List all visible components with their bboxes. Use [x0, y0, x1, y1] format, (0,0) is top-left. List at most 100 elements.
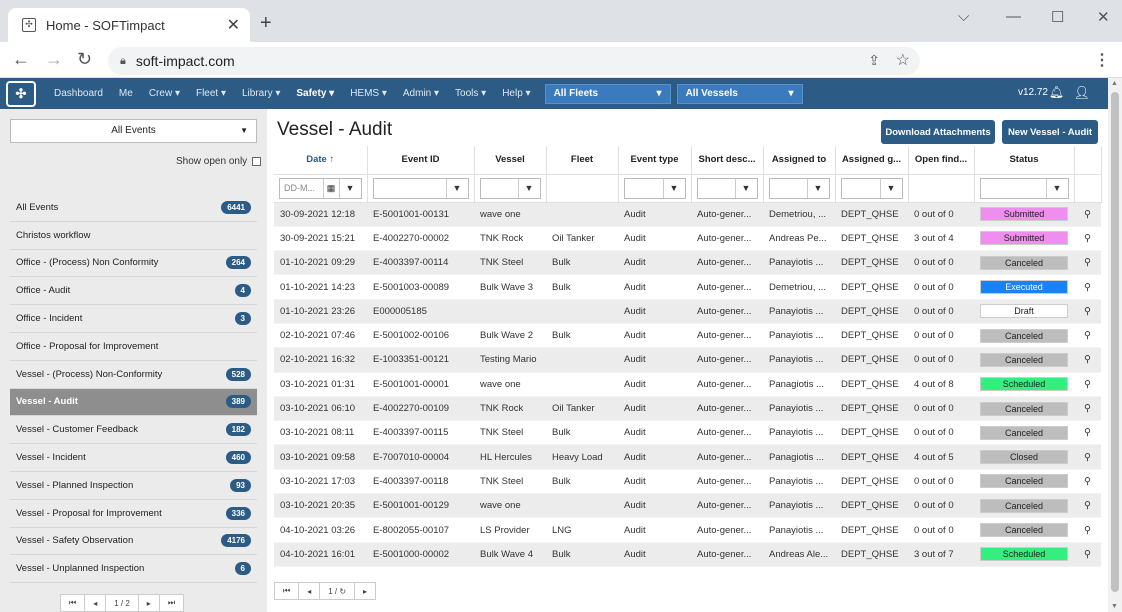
softimpact-logo-icon[interactable]: ✣	[6, 80, 36, 107]
view-details-icon[interactable]: ⚲	[1074, 517, 1101, 543]
view-details-icon[interactable]: ⚲	[1074, 493, 1101, 519]
sidebar-pager-button[interactable]: ⏭	[158, 594, 185, 612]
url-omnibox[interactable]: 🔒︎ soft-impact.com ⇪ ☆	[108, 47, 920, 75]
column-header[interactable]: Date ↑	[274, 146, 368, 175]
event-type-item[interactable]: All Events 6441	[10, 194, 257, 222]
filter-funnel-icon[interactable]: ▼	[445, 178, 468, 198]
nav-item-safety[interactable]: Safety ▾	[296, 88, 334, 99]
table-row[interactable]: 01-10-2021 23:26 E000005185 Audit Auto-gene…	[274, 299, 1101, 324]
fleets-select[interactable]: All Fleets ▾	[544, 83, 671, 104]
new-vessel-audit-button[interactable]: New Vessel - Audit	[1002, 120, 1098, 144]
view-details-icon[interactable]: ⚲	[1074, 420, 1101, 446]
sidebar-pager-button[interactable]: ⏮	[60, 594, 86, 612]
event-type-item[interactable]: Office - Audit 4	[10, 277, 257, 306]
event-type-select[interactable]: All Events ▼	[10, 119, 257, 143]
nav-item-hems[interactable]: HEMS ▾	[350, 88, 387, 99]
sidebar-pager-button[interactable]: ▸	[137, 594, 160, 612]
event-type-item[interactable]: Vessel - Proposal for Improvement 336	[10, 500, 257, 528]
page-scrollbar[interactable]: ▲ ▼	[1108, 78, 1122, 612]
nav-item-crew[interactable]: Crew ▾	[149, 88, 180, 99]
view-details-icon[interactable]: ⚲	[1074, 444, 1101, 470]
vessels-select[interactable]: All Vessels ▾	[676, 83, 803, 104]
sidebar-pager-button[interactable]: ◂	[84, 594, 107, 612]
sidebar-pager-button[interactable]: 1 / 2	[105, 594, 139, 612]
view-details-icon[interactable]: ⚲	[1074, 396, 1101, 422]
grid-pager-button[interactable]: ◂	[298, 582, 321, 600]
grid-pager-button[interactable]: ▸	[354, 582, 377, 600]
user-icon[interactable]: 👤︎	[1073, 85, 1090, 101]
view-details-icon[interactable]: ⚲	[1074, 299, 1101, 324]
table-row[interactable]: 01-10-2021 09:29 E-4003397-00114 TNK Steel…	[274, 250, 1101, 276]
table-row[interactable]: 03-10-2021 06:10 E-4002270-00109 TNK Rock O…	[274, 396, 1101, 422]
new-tab-icon[interactable]: +	[260, 13, 272, 33]
view-details-icon[interactable]: ⚲	[1074, 542, 1101, 567]
scroll-down-icon[interactable]: ▼	[1111, 603, 1118, 610]
table-row[interactable]: 03-10-2021 09:58 E-7007010-00004 HL Hercul…	[274, 444, 1101, 470]
event-type-item[interactable]: Christos workflow	[10, 222, 257, 250]
column-filter-input[interactable]: ▼	[372, 177, 469, 199]
column-header[interactable]: Assigned to	[763, 146, 836, 175]
download-attachments-button[interactable]: Download Attachments	[881, 120, 995, 144]
view-details-icon[interactable]: ⚲	[1074, 347, 1101, 373]
filter-funnel-icon[interactable]: ▼	[879, 178, 902, 198]
show-open-only-toggle[interactable]: Show open only	[176, 156, 262, 167]
view-details-icon[interactable]: ⚲	[1074, 202, 1101, 227]
tab-search-chevron-icon[interactable]: ⌵	[958, 8, 969, 25]
table-row[interactable]: 03-10-2021 20:35 E-5001001-00129 wave one A…	[274, 493, 1101, 519]
table-row[interactable]: 30-09-2021 12:18 E-5001001-00131 wave one A…	[274, 202, 1101, 227]
grid-pager-button[interactable]: 1 / ↻	[319, 582, 356, 600]
view-details-icon[interactable]: ⚲	[1074, 372, 1101, 397]
event-type-item[interactable]: Vessel - (Process) Non-Conformity 528	[10, 361, 257, 389]
table-row[interactable]: 30-09-2021 15:21 E-4002270-00002 TNK Rock O…	[274, 226, 1101, 252]
view-details-icon[interactable]: ⚲	[1074, 469, 1101, 495]
column-filter-input[interactable]: ▼	[479, 177, 541, 199]
event-type-item[interactable]: Vessel - Customer Feedback 182	[10, 416, 257, 445]
column-filter-input[interactable]: ▼	[979, 177, 1069, 199]
column-header[interactable]: Status	[974, 146, 1075, 175]
column-header[interactable]: Vessel	[474, 146, 547, 175]
bell-icon[interactable]: 🔔︎	[1049, 85, 1064, 99]
filter-funnel-icon[interactable]: ▼	[662, 178, 685, 198]
nav-item-admin[interactable]: Admin ▾	[403, 88, 439, 99]
share-icon[interactable]: ⇪	[868, 52, 880, 69]
browser-tab[interactable]: ✣ Home - SOFTimpact ✕	[8, 8, 250, 42]
reload-icon[interactable]: ↻	[77, 50, 92, 68]
table-row[interactable]: 04-10-2021 16:01 E-5001000-00002 Bulk Wave…	[274, 542, 1101, 567]
grid-pager-button[interactable]: ⏮	[274, 582, 300, 600]
url-text[interactable]: soft-impact.com	[136, 53, 235, 69]
table-row[interactable]: 03-10-2021 01:31 E-5001001-00001 wave one A…	[274, 372, 1101, 397]
view-details-icon[interactable]: ⚲	[1074, 250, 1101, 276]
filter-funnel-icon[interactable]: ▼	[1045, 178, 1068, 198]
table-row[interactable]: 04-10-2021 03:26 E-8002055-00107 LS Provid…	[274, 517, 1101, 543]
calendar-icon[interactable]: ▦	[322, 178, 339, 198]
window-close-icon[interactable]: ✕	[1097, 8, 1110, 26]
table-row[interactable]: 01-10-2021 14:23 E-5001003-00089 Bulk Wave…	[274, 274, 1101, 300]
nav-item-tools[interactable]: Tools ▾	[455, 88, 486, 99]
filter-funnel-icon[interactable]: ▼	[517, 178, 540, 198]
column-header[interactable]: Open find...	[908, 146, 975, 175]
column-header[interactable]: Short desc...	[691, 146, 764, 175]
lock-icon[interactable]: 🔒︎	[120, 55, 126, 68]
event-type-item[interactable]: Vessel - Planned Inspection 93	[10, 472, 257, 500]
column-filter-input[interactable]: ▼	[768, 177, 830, 199]
column-header[interactable]: Event type	[618, 146, 692, 175]
scroll-up-icon[interactable]: ▲	[1111, 80, 1118, 87]
nav-item-dashboard[interactable]: Dashboard	[54, 88, 103, 99]
filter-funnel-icon[interactable]: ▼	[806, 178, 829, 198]
nav-item-me[interactable]: Me	[119, 88, 133, 99]
event-type-item[interactable]: Vessel - Audit 389	[10, 388, 257, 417]
table-row[interactable]: 02-10-2021 07:46 E-5001002-00106 Bulk Wave…	[274, 323, 1101, 349]
nav-item-help[interactable]: Help ▾	[502, 88, 530, 99]
table-row[interactable]: 02-10-2021 16:32 E-1003351-00121 Testing M…	[274, 347, 1101, 373]
column-filter-input[interactable]: ▼	[623, 177, 686, 199]
tab-close-icon[interactable]: ✕	[227, 15, 240, 35]
view-details-icon[interactable]: ⚲	[1074, 226, 1101, 252]
nav-item-fleet[interactable]: Fleet ▾	[196, 88, 226, 99]
event-type-item[interactable]: Vessel - Safety Observation 4176	[10, 528, 257, 556]
view-details-icon[interactable]: ⚲	[1074, 323, 1101, 349]
table-row[interactable]: 03-10-2021 17:03 E-4003397-00118 TNK Steel…	[274, 469, 1101, 495]
maximize-icon[interactable]: ☐	[1051, 8, 1064, 26]
event-type-item[interactable]: Office - Proposal for Improvement	[10, 333, 257, 361]
column-filter-input[interactable]: ▼	[840, 177, 903, 199]
filter-funnel-icon[interactable]: ▼	[338, 178, 361, 198]
